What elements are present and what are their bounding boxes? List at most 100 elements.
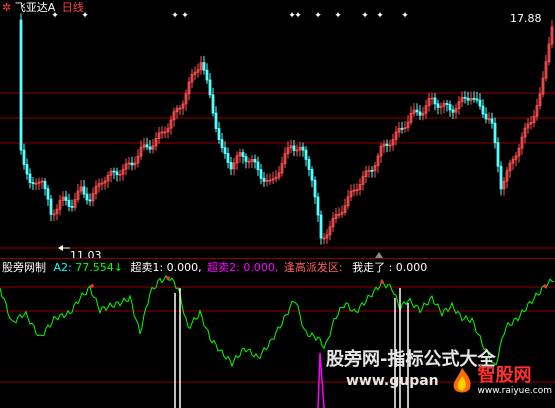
candle-body <box>28 173 32 183</box>
candle-body <box>310 169 314 181</box>
overbuy1-value: 0.000, <box>166 261 202 274</box>
price-candlestick-chart[interactable]: ✦ ✦ ✦ ✦ ✦✦ ✦ ✦ ✦ ✦ ✦ <box>0 0 555 258</box>
candle-body <box>316 196 320 216</box>
candle-body <box>307 159 311 170</box>
walk-label: 我走了 <box>352 261 386 274</box>
candle-body <box>64 196 68 201</box>
chart-header: ✲ 飞亚达A 日线 <box>2 1 84 14</box>
candle-body <box>292 145 296 151</box>
candle-body <box>499 165 503 190</box>
candle-body <box>415 109 419 113</box>
candle-body <box>25 164 29 175</box>
signal-marker: ✦ <box>401 11 409 21</box>
candle-body <box>451 109 455 113</box>
candle-body <box>49 198 53 215</box>
peak-dot <box>90 284 94 288</box>
candle-body <box>478 99 482 107</box>
candle-body <box>463 96 467 99</box>
candle-body <box>229 162 233 170</box>
a2-value: 77.554 <box>75 261 114 274</box>
candle-body <box>211 94 215 114</box>
candle-body <box>256 161 260 171</box>
candle-body <box>112 170 116 173</box>
candle-body <box>241 152 245 157</box>
candle-body <box>259 169 263 179</box>
candle-body <box>313 179 317 198</box>
candle-body <box>82 186 86 195</box>
candle-body <box>145 144 149 148</box>
candle-body <box>130 162 134 166</box>
peak-dot <box>380 280 384 284</box>
candle-body <box>319 214 323 239</box>
candle-body <box>262 177 266 182</box>
candle-body <box>301 146 305 151</box>
signal-marker: ✦ <box>361 11 369 21</box>
watermark-logo: 智股网 www.raiyue.com <box>450 366 552 396</box>
candle-body <box>202 62 206 71</box>
peak-dot <box>166 276 170 280</box>
flame-icon <box>453 368 471 393</box>
candle-body <box>217 128 221 140</box>
candle-body <box>418 111 422 116</box>
signal-marker: ✦ <box>334 11 342 21</box>
candle-body <box>19 19 23 151</box>
candle-body <box>22 149 26 165</box>
signal-marker: ✦ <box>171 11 179 21</box>
candle-body <box>67 200 71 207</box>
candle-body <box>472 98 476 100</box>
candle-body <box>448 104 452 111</box>
overbuy2-bar <box>317 352 325 408</box>
indicator-legend: 股旁网制 A2: 77.554↓ 超卖1: 0.000, 超卖2: 0.000,… <box>2 261 427 274</box>
indicator-name[interactable]: 股旁网制 <box>2 261 46 274</box>
candle-body <box>253 158 257 163</box>
watermark-url: www.gupan <box>346 373 439 389</box>
candle-body <box>43 180 47 190</box>
arrow-down-icon: ↓ <box>113 261 123 274</box>
candle-body <box>490 118 494 124</box>
overbuy1-label: 超卖1: <box>130 261 164 274</box>
candle-body <box>88 199 92 202</box>
candle-body <box>85 193 89 201</box>
candle-body <box>226 153 230 163</box>
candle-body <box>115 171 119 176</box>
signal-marker: ✦ <box>376 11 384 21</box>
candle-body <box>220 139 224 149</box>
signal-marker: ✦ <box>294 11 302 21</box>
candle-body <box>385 143 389 146</box>
signal-marker: ✦ <box>181 11 189 21</box>
candle-body <box>370 169 374 172</box>
candle-body <box>466 97 470 101</box>
stock-name: 飞亚达A <box>14 1 56 14</box>
high-price-label: 17.88 <box>510 12 542 25</box>
candle-body <box>475 98 479 101</box>
candle-body <box>70 205 74 208</box>
candle-body <box>31 182 35 185</box>
peak-dot <box>543 284 547 288</box>
candle-body <box>481 105 485 115</box>
candle-body <box>46 188 50 200</box>
candle-body <box>496 142 500 167</box>
candle-body <box>400 127 404 130</box>
candle-body <box>433 97 437 105</box>
candle-body <box>223 147 227 154</box>
overbuy2-label: 超卖2: <box>207 261 240 274</box>
candle-body <box>205 69 209 81</box>
gear-icon[interactable]: ✲ <box>2 1 11 14</box>
candle-body <box>484 113 488 120</box>
low-arrow-head <box>58 245 63 251</box>
logo-url: www.raiyue.com <box>477 386 552 396</box>
period-label: 日线 <box>61 1 84 14</box>
breakout-zone-label: 逢高派发区: <box>283 261 343 274</box>
a2-label: A2: <box>53 261 72 274</box>
candle-body <box>445 103 449 105</box>
candle-body <box>436 103 440 108</box>
candle-body <box>244 156 248 162</box>
candle-body <box>304 149 308 160</box>
candle-body <box>208 79 212 96</box>
walk-value: : 0.000 <box>388 261 428 274</box>
candle-body <box>148 146 152 150</box>
logo-text: 智股网 <box>477 365 532 386</box>
overbuy2-value: 0.000, <box>243 261 279 274</box>
candle-body <box>493 122 497 144</box>
price-chart-panel[interactable]: ✦ ✦ ✦ ✦ ✦ ✦ ✦ ✦ ✦ ✦ ✦ ✲ 飞亚达A 日线 17.88 11.03 <box>0 0 555 262</box>
